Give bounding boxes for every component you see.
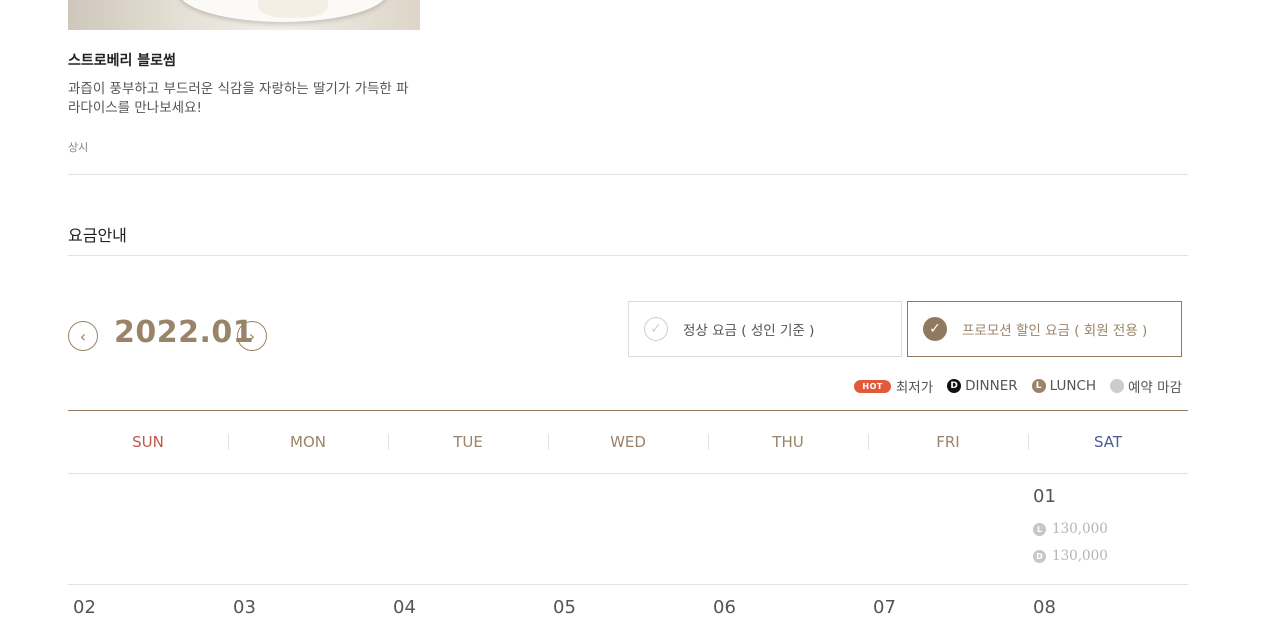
calendar-legend: HOT 최저가 D DINNER L LUNCH 예약 마감 [840, 376, 1182, 396]
dinner-icon: D [1033, 549, 1046, 563]
next-month-button[interactable]: › [237, 321, 267, 351]
lunch-price: L 130,000 [1033, 521, 1108, 537]
day-number: 07 [873, 597, 896, 618]
calendar-day-08[interactable]: 08 [1028, 585, 1188, 625]
hot-badge: HOT [854, 379, 891, 393]
legend-lunch: L LUNCH [1031, 378, 1097, 394]
weekday-sat: SAT [1028, 411, 1188, 473]
calendar-day-empty [228, 474, 388, 584]
day-number: 05 [553, 597, 576, 618]
calendar-week-1: 01 L 130,000 D 130,000 [68, 474, 1188, 584]
day-number: 03 [233, 597, 256, 618]
day-number: 06 [713, 597, 736, 618]
legend-lowest: HOT 최저가 [854, 376, 933, 396]
chevron-right-icon: › [248, 326, 256, 346]
weekday-fri: FRI [868, 411, 1028, 473]
check-circle-filled-icon: ✓ [923, 317, 947, 341]
dinner-price-value: 130,000 [1052, 548, 1108, 564]
divider [68, 255, 1188, 256]
normal-rate-option[interactable]: ✓ 정상 요금 ( 성인 기준 ) [628, 301, 902, 357]
dinner-price: D 130,000 [1033, 548, 1108, 564]
weekday-tue: TUE [388, 411, 548, 473]
check-circle-icon: ✓ [644, 317, 668, 341]
day-number: 01 [1033, 486, 1056, 507]
legend-lunch-label: LUNCH [1049, 378, 1097, 394]
legend-dinner: D DINNER [947, 378, 1018, 394]
weekday-mon: MON [228, 411, 388, 473]
calendar-day-empty [708, 474, 868, 584]
lunch-icon: L [1033, 522, 1046, 536]
calendar-day-empty [868, 474, 1028, 584]
calendar-day-empty [388, 474, 548, 584]
menu-item-description: 과즙이 풍부하고 부드러운 식감을 자랑하는 딸기가 가득한 파라다이스를 만나… [68, 81, 409, 116]
calendar-weekday-header: SUN MON TUE WED THU FRI SAT [68, 411, 1188, 473]
calendar-day-02[interactable]: 02 [68, 585, 228, 625]
promo-rate-option[interactable]: ✓ 프로모션 할인 요금 ( 회원 전용 ) [907, 301, 1182, 357]
lunch-icon: L [1031, 379, 1046, 393]
legend-closed-label: 예약 마감 [1128, 380, 1182, 396]
calendar-day-03[interactable]: 03 [228, 585, 388, 625]
current-month: 2022.01 [114, 315, 255, 350]
day-number: 08 [1033, 597, 1056, 618]
weekday-wed: WED [548, 411, 708, 473]
legend-dinner-label: DINNER [965, 378, 1018, 394]
lunch-price-value: 130,000 [1052, 521, 1108, 537]
calendar-day-04[interactable]: 04 [388, 585, 548, 625]
prev-month-button[interactable]: ‹ [68, 321, 98, 351]
calendar-day-06[interactable]: 06 [708, 585, 868, 625]
menu-item-photo [68, 0, 420, 30]
dessert-image [258, 0, 328, 18]
weekday-sun: SUN [132, 433, 164, 451]
calendar-day-01[interactable]: 01 L 130,000 D 130,000 [1028, 474, 1188, 584]
closed-dot-icon [1110, 379, 1125, 393]
divider [68, 174, 1188, 175]
normal-rate-label: 정상 요금 ( 성인 기준 ) [683, 323, 815, 339]
day-number: 04 [393, 597, 416, 618]
day-number: 02 [73, 597, 96, 618]
calendar-day-empty [548, 474, 708, 584]
promo-rate-label: 프로모션 할인 요금 ( 회원 전용 ) [962, 323, 1148, 339]
calendar-week-2: 02 03 04 05 06 07 08 [68, 585, 1188, 625]
menu-item-period: 상시 [68, 141, 89, 154]
weekday-thu: THU [708, 411, 868, 473]
legend-closed: 예약 마감 [1110, 376, 1182, 396]
calendar-day-05[interactable]: 05 [548, 585, 708, 625]
calendar-day-empty [68, 474, 228, 584]
menu-item-title: 스트로베리 블로썸 [68, 53, 176, 69]
calendar-day-07[interactable]: 07 [868, 585, 1028, 625]
legend-lowest-label: 최저가 [895, 380, 934, 396]
chevron-left-icon: ‹ [79, 326, 87, 346]
dinner-icon: D [947, 379, 962, 393]
section-title: 요금안내 [68, 226, 127, 245]
